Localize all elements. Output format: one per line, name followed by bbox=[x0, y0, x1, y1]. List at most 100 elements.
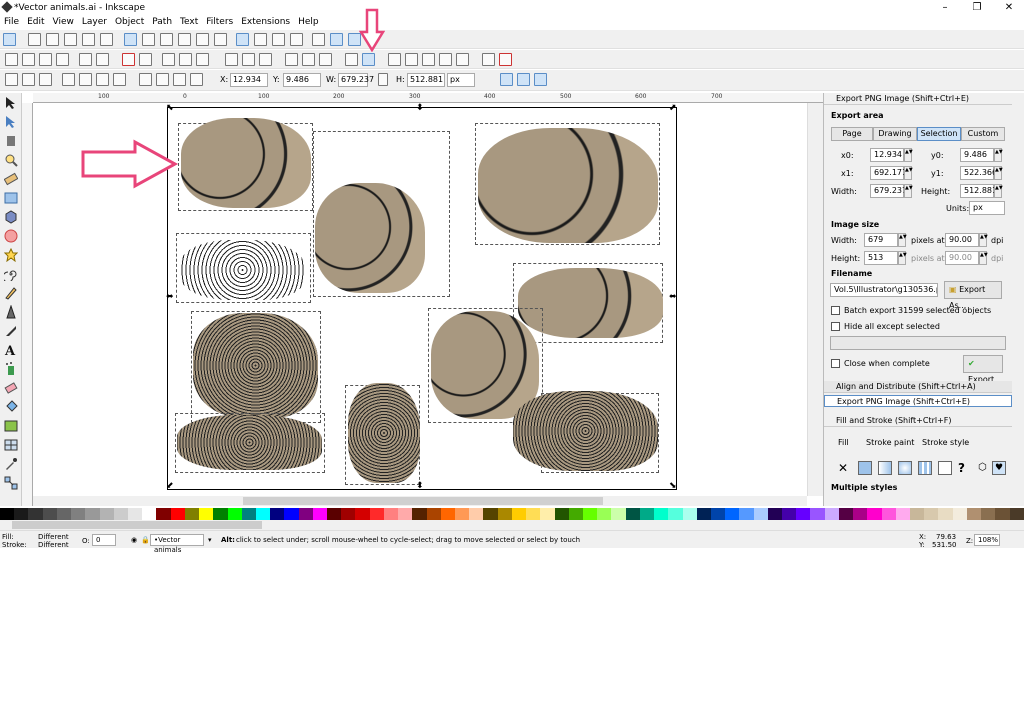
palette-swatch[interactable] bbox=[412, 508, 427, 520]
paste-icon[interactable] bbox=[196, 53, 209, 66]
filename-input[interactable]: Vol.5\Illustrator\g130536.png bbox=[830, 283, 938, 297]
layer-select[interactable]: •Vector animals bbox=[150, 534, 204, 554]
dpi-input[interactable]: 90.00 bbox=[945, 233, 979, 247]
flip-vertical-icon[interactable] bbox=[113, 73, 126, 86]
palette-swatch[interactable] bbox=[327, 508, 342, 520]
spiral-tool-icon[interactable] bbox=[2, 267, 18, 283]
dpi-spinner[interactable]: ▲▼ bbox=[979, 233, 988, 247]
menu-text[interactable]: Text bbox=[180, 17, 198, 27]
linear-gradient-icon[interactable] bbox=[878, 461, 892, 475]
palette-swatch[interactable] bbox=[554, 508, 569, 520]
deer-illustration[interactable] bbox=[315, 183, 425, 293]
x-input[interactable]: 12.934 bbox=[230, 73, 268, 87]
minimize-button[interactable]: – bbox=[930, 0, 960, 15]
export-icon[interactable] bbox=[96, 53, 109, 66]
palette-swatch[interactable] bbox=[696, 508, 711, 520]
scale-stroke-icon[interactable] bbox=[500, 73, 513, 86]
stroke-style-tab[interactable]: Stroke style bbox=[922, 438, 969, 447]
palette-swatch[interactable] bbox=[0, 508, 15, 520]
rectangle-tool-icon[interactable] bbox=[4, 191, 18, 205]
canvas[interactable]: ⬉ ⬍ ⬈ ⬌ ⬌ ⬋ ⬍ ⬊ bbox=[33, 103, 807, 496]
snap-cusp-icon[interactable] bbox=[178, 33, 191, 46]
horizontal-scrollbar[interactable] bbox=[33, 496, 807, 506]
node-tool-icon[interactable] bbox=[4, 115, 18, 129]
export-as-button[interactable]: ▣ Export As... bbox=[944, 281, 1002, 310]
snap-midpoint-icon[interactable] bbox=[214, 33, 227, 46]
align-distribute-title[interactable]: Align and Distribute (Shift+Ctrl+A) bbox=[824, 381, 1012, 393]
image-width-spinner[interactable]: ▲▼ bbox=[898, 233, 907, 247]
menu-file[interactable]: File bbox=[4, 17, 19, 27]
unit-select[interactable]: px bbox=[447, 73, 475, 87]
menu-path[interactable]: Path bbox=[152, 17, 172, 27]
palette-swatch[interactable] bbox=[383, 508, 399, 520]
palette-swatch[interactable] bbox=[255, 508, 271, 520]
no-paint-icon[interactable]: ✕ bbox=[838, 461, 852, 475]
palette-swatch[interactable] bbox=[14, 508, 29, 520]
rotate-cw-icon[interactable] bbox=[79, 73, 92, 86]
palette-scroll-thumb[interactable] bbox=[12, 521, 262, 529]
snap-toggle-icon[interactable] bbox=[3, 33, 16, 46]
export-png-title[interactable]: Export PNG Image (Shift+Ctrl+E) bbox=[824, 93, 1012, 105]
menu-view[interactable]: View bbox=[53, 17, 74, 27]
text-font-dialog-icon[interactable] bbox=[405, 53, 418, 66]
bison-illustration[interactable] bbox=[181, 118, 311, 208]
close-when-complete-checkbox[interactable] bbox=[831, 359, 840, 368]
palette-swatch[interactable] bbox=[682, 508, 697, 520]
palette-scrollbar[interactable] bbox=[0, 520, 1024, 530]
color-palette[interactable] bbox=[0, 508, 1024, 520]
lock-icon[interactable]: 🔒 bbox=[141, 536, 150, 544]
image-height-input[interactable]: 513 bbox=[864, 251, 898, 265]
raise-to-top-icon[interactable] bbox=[139, 73, 152, 86]
dropper-tool-icon[interactable] bbox=[4, 457, 18, 471]
radial-gradient-icon[interactable] bbox=[898, 461, 912, 475]
image-width-input[interactable]: 679 bbox=[864, 233, 898, 247]
layers-dialog-icon[interactable] bbox=[422, 53, 435, 66]
unset-paint-icon[interactable]: ? bbox=[958, 461, 972, 475]
palette-swatch[interactable] bbox=[654, 508, 669, 520]
palette-swatch[interactable] bbox=[142, 508, 157, 520]
visibility-eye-icon[interactable]: ◉ bbox=[131, 536, 137, 544]
gradient-tool-icon[interactable] bbox=[4, 419, 18, 433]
palette-swatch[interactable] bbox=[725, 508, 740, 520]
x0-input[interactable]: 12.934 bbox=[870, 148, 904, 162]
scale-handle-left[interactable]: ⬌ bbox=[166, 292, 174, 302]
palette-swatch[interactable] bbox=[284, 508, 299, 520]
scale-handle-bottom-right[interactable]: ⬊ bbox=[669, 481, 677, 491]
tab-selection[interactable]: Selection bbox=[917, 127, 961, 141]
palette-swatch[interactable] bbox=[199, 508, 214, 520]
palette-swatch[interactable] bbox=[455, 508, 470, 520]
lower-icon[interactable] bbox=[173, 73, 186, 86]
pattern-icon[interactable] bbox=[938, 461, 952, 475]
stroke-indicator[interactable]: Different bbox=[38, 541, 69, 549]
palette-swatch[interactable] bbox=[426, 508, 441, 520]
export-button[interactable]: ✔ Export bbox=[963, 355, 1003, 384]
rooster-illustration[interactable] bbox=[348, 383, 420, 483]
palette-swatch[interactable] bbox=[910, 508, 925, 520]
vertical-scrollbar[interactable] bbox=[807, 103, 823, 496]
snap-object-center-icon[interactable] bbox=[236, 33, 249, 46]
pen-tool-icon[interactable] bbox=[4, 304, 18, 319]
bear-illustration[interactable] bbox=[478, 128, 658, 243]
palette-swatch[interactable] bbox=[170, 508, 185, 520]
palette-swatch[interactable] bbox=[938, 508, 953, 520]
y-input[interactable]: 9.486 bbox=[283, 73, 321, 87]
scale-handle-top-right[interactable]: ⬈ bbox=[669, 103, 677, 113]
palette-swatch[interactable] bbox=[227, 508, 242, 520]
import-icon[interactable] bbox=[79, 53, 92, 66]
hide-all-checkbox[interactable] bbox=[831, 322, 840, 331]
menu-filters[interactable]: Filters bbox=[206, 17, 233, 27]
tab-custom[interactable]: Custom bbox=[961, 127, 1005, 141]
copy-icon[interactable] bbox=[162, 53, 175, 66]
save-icon[interactable] bbox=[39, 53, 52, 66]
fill-rule-nonzero-icon[interactable]: ♥ bbox=[992, 461, 1006, 475]
palette-swatch[interactable] bbox=[611, 508, 626, 520]
preferences-icon[interactable] bbox=[499, 53, 512, 66]
snap-text-icon[interactable] bbox=[290, 33, 303, 46]
palette-swatch[interactable] bbox=[995, 508, 1010, 520]
palette-swatch[interactable] bbox=[853, 508, 868, 520]
snap-page-icon[interactable] bbox=[312, 33, 325, 46]
palette-swatch[interactable] bbox=[796, 508, 811, 520]
width-spinner[interactable]: ▲▼ bbox=[904, 184, 913, 198]
x0-spinner[interactable]: ▲▼ bbox=[904, 148, 913, 162]
palette-swatch[interactable] bbox=[298, 508, 313, 520]
